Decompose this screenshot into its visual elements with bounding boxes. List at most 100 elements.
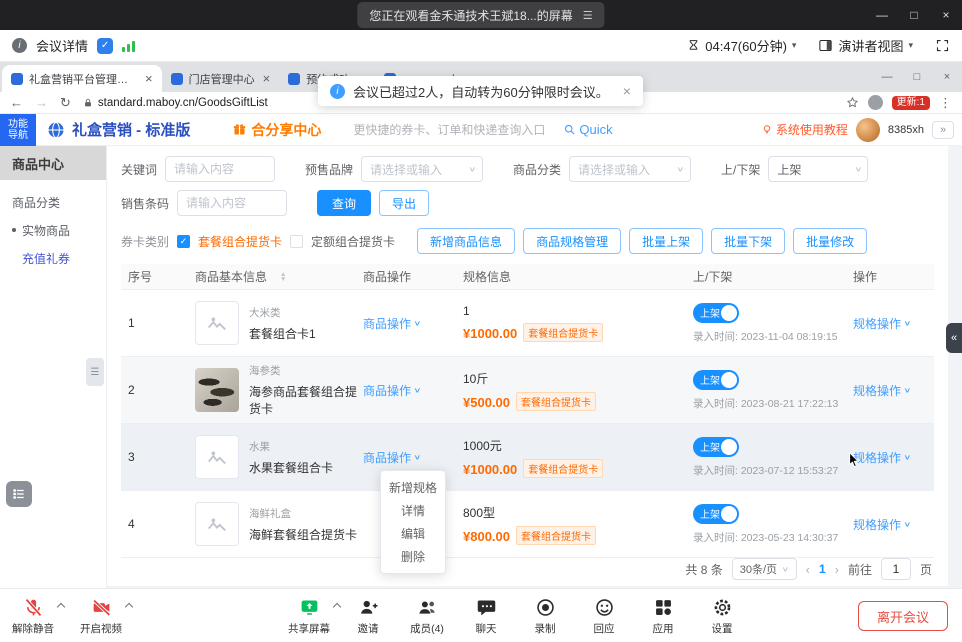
function-nav-toggle[interactable]: 功能 导航 <box>0 114 36 146</box>
brand-select[interactable]: 请选择或输入 ∨ <box>361 156 483 182</box>
menu-item-delete[interactable]: 删除 <box>381 545 445 568</box>
shelf-toggle[interactable]: 上架 <box>693 370 739 390</box>
record-button[interactable]: 录制 <box>520 596 570 636</box>
goto-page-input[interactable] <box>881 558 911 580</box>
next-page-button[interactable]: › <box>835 562 839 577</box>
fullscreen-button[interactable] <box>935 38 950 53</box>
tutorial-link[interactable]: 系统使用教程 <box>761 121 848 138</box>
browser-update-badge[interactable]: 更新:1 <box>892 96 930 110</box>
profile-avatar[interactable] <box>868 95 883 110</box>
checkbox-fixed-card[interactable] <box>290 235 303 248</box>
brand-logo[interactable]: 礼盒营销 - 标准版 <box>46 119 190 140</box>
browser-menu-icon[interactable]: ⋮ <box>939 95 952 111</box>
product-photo[interactable] <box>195 368 239 412</box>
current-page[interactable]: 1 <box>819 562 826 576</box>
sidebar-collapse-handle[interactable]: ☰ <box>86 358 104 386</box>
sidebar-item-product-category[interactable]: 商品分类 <box>0 188 106 216</box>
unmute-button[interactable]: 解除静音 <box>8 596 58 636</box>
chevron-up-icon[interactable] <box>57 603 65 611</box>
checkbox-fixed-card-label[interactable]: 定额组合提货卡 <box>311 233 395 250</box>
shelf-toggle[interactable]: 上架 <box>693 437 739 457</box>
add-product-button[interactable]: 新增商品信息 <box>417 228 515 254</box>
view-mode-switcher[interactable]: 演讲者视图 ▾ <box>818 36 913 55</box>
product-image-placeholder[interactable] <box>195 502 239 546</box>
forward-icon[interactable]: → <box>35 95 48 110</box>
header-product-info[interactable]: 商品基本信息 ▲▼ <box>195 268 363 285</box>
chevron-up-icon[interactable] <box>125 603 133 611</box>
sidebar-header-product-center[interactable]: 商品中心 <box>0 146 106 180</box>
apps-button[interactable]: 应用 <box>638 596 688 636</box>
meeting-timer[interactable]: 04:47(60分钟) ▾ <box>687 36 796 55</box>
toast-close-icon[interactable]: × <box>623 83 631 99</box>
product-image-placeholder[interactable] <box>195 301 239 345</box>
security-shield-icon[interactable]: ✓ <box>97 38 113 54</box>
menu-item-edit[interactable]: 编辑 <box>381 522 445 545</box>
product-op-dropdown-open[interactable]: 商品操作∨ <box>363 449 421 466</box>
bulk-off-shelf-button[interactable]: 批量下架 <box>711 228 785 254</box>
product-op-dropdown[interactable]: 商品操作∨ <box>363 382 421 399</box>
view-mode-caret-icon[interactable]: ▾ <box>908 40 913 51</box>
bulk-on-shelf-button[interactable]: 批量上架 <box>629 228 703 254</box>
spec-op-dropdown[interactable]: 规格操作∨ <box>853 315 911 332</box>
start-video-button[interactable]: 开启视频 <box>76 596 126 636</box>
reload-icon[interactable]: ↻ <box>60 95 71 111</box>
settings-button[interactable]: 设置 <box>697 596 747 636</box>
chevron-up-icon[interactable] <box>333 603 341 611</box>
browser-close-button[interactable]: × <box>932 62 962 92</box>
spec-op-dropdown[interactable]: 规格操作∨ <box>853 516 911 533</box>
menu-item-add-spec[interactable]: 新增规格 <box>381 476 445 499</box>
members-button[interactable]: 成员(4) <box>402 596 452 636</box>
browser-minimize-button[interactable]: — <box>872 62 902 92</box>
share-screen-button[interactable]: 共享屏幕 <box>284 596 334 636</box>
spec-cell: 800型 ¥800.00套餐组合提货卡 <box>463 504 693 545</box>
search-button[interactable]: 查询 <box>317 190 371 216</box>
shelf-toggle[interactable]: 上架 <box>693 504 739 524</box>
meeting-details-label[interactable]: 会议详情 <box>36 36 88 55</box>
shelf-select[interactable]: 上架 ∨ <box>768 156 868 182</box>
keyword-input[interactable] <box>165 156 275 182</box>
bookmark-star-icon[interactable] <box>846 96 859 109</box>
timer-caret-icon[interactable]: ▾ <box>792 40 797 51</box>
tab-close-icon[interactable]: × <box>263 71 271 86</box>
floating-list-widget[interactable] <box>6 481 32 507</box>
browser-tab-active[interactable]: 礼盒营销平台管理中心… × <box>2 65 162 92</box>
bulk-edit-button[interactable]: 批量修改 <box>793 228 867 254</box>
collapse-panel-button[interactable]: » <box>932 121 954 139</box>
url-box[interactable]: standard.maboy.cn/GoodsGiftList <box>83 97 268 109</box>
meeting-panel-handle[interactable]: « <box>946 323 962 353</box>
browser-maximize-button[interactable]: □ <box>902 62 932 92</box>
spec-op-dropdown[interactable]: 规格操作∨ <box>853 449 911 466</box>
sort-icons[interactable]: ▲▼ <box>280 272 286 282</box>
sidebar-item-gift-voucher[interactable]: 充值礼券 <box>0 244 106 272</box>
invite-button[interactable]: 邀请 <box>343 596 393 636</box>
prev-page-button[interactable]: ‹ <box>806 562 810 577</box>
page-size-select[interactable]: 30条/页 ∨ <box>732 558 797 580</box>
sidebar-item-physical-goods[interactable]: 实物商品 <box>0 216 106 244</box>
watching-banner[interactable]: 您正在观看金禾通技术王斌18...的屏幕 ☰ <box>357 2 604 28</box>
menu-item-detail[interactable]: 详情 <box>381 499 445 522</box>
minimize-button[interactable]: — <box>866 0 898 30</box>
close-button[interactable]: × <box>930 0 962 30</box>
spec-op-dropdown[interactable]: 规格操作∨ <box>853 382 911 399</box>
product-op-dropdown[interactable]: 商品操作∨ <box>363 315 421 332</box>
share-center-link[interactable]: 合分享中心 <box>232 120 321 140</box>
info-icon[interactable]: i <box>12 38 27 53</box>
checkbox-package-card-label[interactable]: 套餐组合提货卡 <box>198 233 282 250</box>
back-icon[interactable]: ← <box>10 95 23 110</box>
chat-button[interactable]: 聊天 <box>461 596 511 636</box>
tab-close-icon[interactable]: × <box>145 71 153 86</box>
maximize-button[interactable]: □ <box>898 0 930 30</box>
export-button[interactable]: 导出 <box>379 190 429 216</box>
checkbox-package-card[interactable]: ✓ <box>177 235 190 248</box>
category-select[interactable]: 请选择或输入 ∨ <box>569 156 691 182</box>
browser-tab[interactable]: 门店管理中心 × <box>162 65 280 92</box>
reaction-button[interactable]: 回应 <box>579 596 629 636</box>
user-avatar[interactable] <box>856 118 880 142</box>
leave-meeting-button[interactable]: 离开会议 <box>858 601 948 631</box>
barcode-input[interactable] <box>177 190 287 216</box>
banner-menu-icon[interactable]: ☰ <box>583 9 593 22</box>
shelf-toggle[interactable]: 上架 <box>693 303 739 323</box>
spec-manage-button[interactable]: 商品规格管理 <box>523 228 621 254</box>
quick-link[interactable]: Quick <box>563 122 612 137</box>
product-image-placeholder[interactable] <box>195 435 239 479</box>
